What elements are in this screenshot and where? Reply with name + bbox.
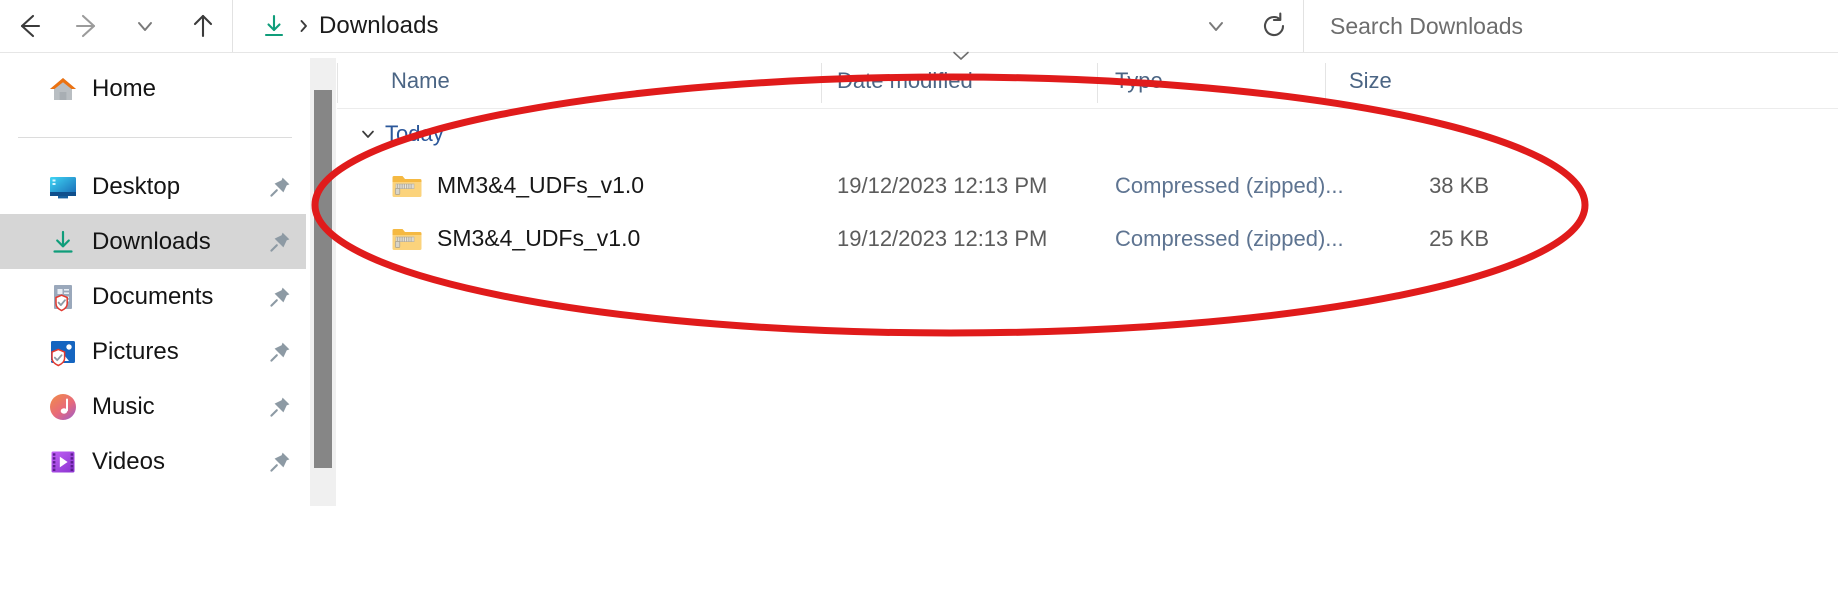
sort-descending-icon (949, 43, 973, 69)
chevron-down-icon (1209, 22, 1223, 31)
table-row[interactable]: SM3&4_UDFs_v1.0 19/12/2023 12:13 PM Comp… (337, 212, 1838, 265)
search-box[interactable] (1304, 0, 1838, 52)
pin-icon[interactable] (268, 395, 292, 419)
pin-icon[interactable] (268, 175, 292, 199)
up-button[interactable] (174, 0, 232, 52)
scrollbar-thumb[interactable] (314, 90, 332, 468)
column-header-label: Size (1349, 67, 1392, 93)
zipped-folder-icon (391, 173, 423, 199)
file-size-cell: 38 KB (1429, 172, 1489, 198)
breadcrumb-separator-icon (289, 18, 319, 34)
sidebar-item-label: Videos (92, 447, 165, 475)
downloads-arrow-icon (259, 11, 289, 41)
chevron-down-icon (138, 22, 152, 31)
pictures-icon (46, 335, 80, 369)
arrow-left-icon (20, 14, 41, 38)
search-input[interactable] (1330, 12, 1838, 40)
sidebar-item-music[interactable]: Music (0, 379, 306, 434)
sidebar-item-label: Home (92, 74, 157, 102)
column-header-label: Date modified (837, 67, 973, 93)
videos-icon (46, 445, 80, 479)
sidebar-item-label: Desktop (92, 172, 181, 200)
pin-icon[interactable] (268, 285, 292, 309)
sidebar-item-documents[interactable]: Documents (0, 269, 306, 324)
column-divider (1097, 62, 1098, 103)
file-date-cell: 19/12/2023 12:13 PM (837, 225, 1048, 251)
sidebar-item-label: Music (92, 392, 155, 420)
column-divider (1325, 62, 1326, 103)
zipped-folder-icon (391, 226, 423, 252)
column-header-size[interactable]: Size (1325, 59, 1525, 103)
column-header-label: Type (1115, 67, 1163, 93)
column-divider (337, 62, 338, 103)
file-type-cell: Compressed (zipped)... (1115, 172, 1344, 198)
sidebar-item-label: Pictures (92, 337, 179, 365)
pin-icon[interactable] (268, 230, 292, 254)
pin-icon[interactable] (268, 340, 292, 364)
file-type-cell: Compressed (zipped)... (1115, 225, 1344, 251)
file-name-cell[interactable]: MM3&4_UDFs_v1.0 (337, 172, 821, 199)
file-size-cell: 25 KB (1429, 225, 1489, 251)
column-header-date-modified[interactable]: Date modified (821, 51, 1097, 103)
toolbar-right-group (1187, 0, 1838, 52)
sidebar-divider (18, 137, 292, 138)
file-name-cell[interactable]: SM3&4_UDFs_v1.0 (337, 225, 821, 252)
navigation-toolbar: Downloads (0, 0, 1838, 52)
music-icon (46, 390, 80, 424)
file-list-pane: Name Date modified Type Size Today MM3&4… (337, 51, 1838, 614)
sidebar-item-videos[interactable]: Videos (0, 434, 306, 489)
sidebar-item-downloads[interactable]: Downloads (0, 214, 306, 269)
group-header-today[interactable]: Today (337, 109, 1838, 159)
table-row[interactable]: MM3&4_UDFs_v1.0 19/12/2023 12:13 PM Comp… (337, 159, 1838, 212)
sidebar-item-pictures[interactable]: Pictures (0, 324, 306, 379)
refresh-icon (1263, 12, 1285, 37)
column-header-type[interactable]: Type (1097, 59, 1325, 103)
recent-locations-button[interactable] (116, 0, 174, 52)
arrow-right-icon (75, 14, 96, 38)
file-date-cell: 19/12/2023 12:13 PM (837, 172, 1048, 198)
refresh-button[interactable] (1245, 0, 1303, 52)
file-explorer-window: Downloads Search Downloads Home Desktop … (0, 0, 1838, 614)
breadcrumb[interactable]: Downloads (233, 0, 1187, 52)
previous-locations-button[interactable] (1187, 0, 1245, 52)
column-header-row: Name Date modified Type Size (337, 51, 1838, 109)
sidebar-item-desktop[interactable]: Desktop (0, 159, 306, 214)
column-divider (821, 62, 822, 103)
desktop-icon (46, 170, 80, 204)
sidebar-item-label: Documents (92, 282, 214, 310)
back-button[interactable] (0, 0, 58, 52)
group-header-label: Today (385, 121, 444, 146)
navigation-sidebar: Home Desktop Downloads Documents Picture… (0, 53, 306, 614)
downloads-icon (46, 225, 80, 259)
column-header-name[interactable]: Name (337, 59, 821, 103)
home-icon (46, 72, 80, 106)
arrow-up-icon (193, 14, 213, 38)
column-header-label: Name (391, 67, 450, 93)
sidebar-scrollbar[interactable] (310, 58, 336, 506)
file-name-label: SM3&4_UDFs_v1.0 (437, 225, 641, 251)
sidebar-item-label: Downloads (92, 227, 211, 255)
chevron-down-icon[interactable] (355, 124, 381, 144)
file-name-label: MM3&4_UDFs_v1.0 (437, 172, 645, 198)
forward-button[interactable] (58, 0, 116, 52)
sidebar-item-home[interactable]: Home (0, 61, 306, 116)
breadcrumb-current-label: Downloads (319, 12, 439, 39)
documents-icon (46, 280, 80, 314)
pin-icon[interactable] (268, 450, 292, 474)
